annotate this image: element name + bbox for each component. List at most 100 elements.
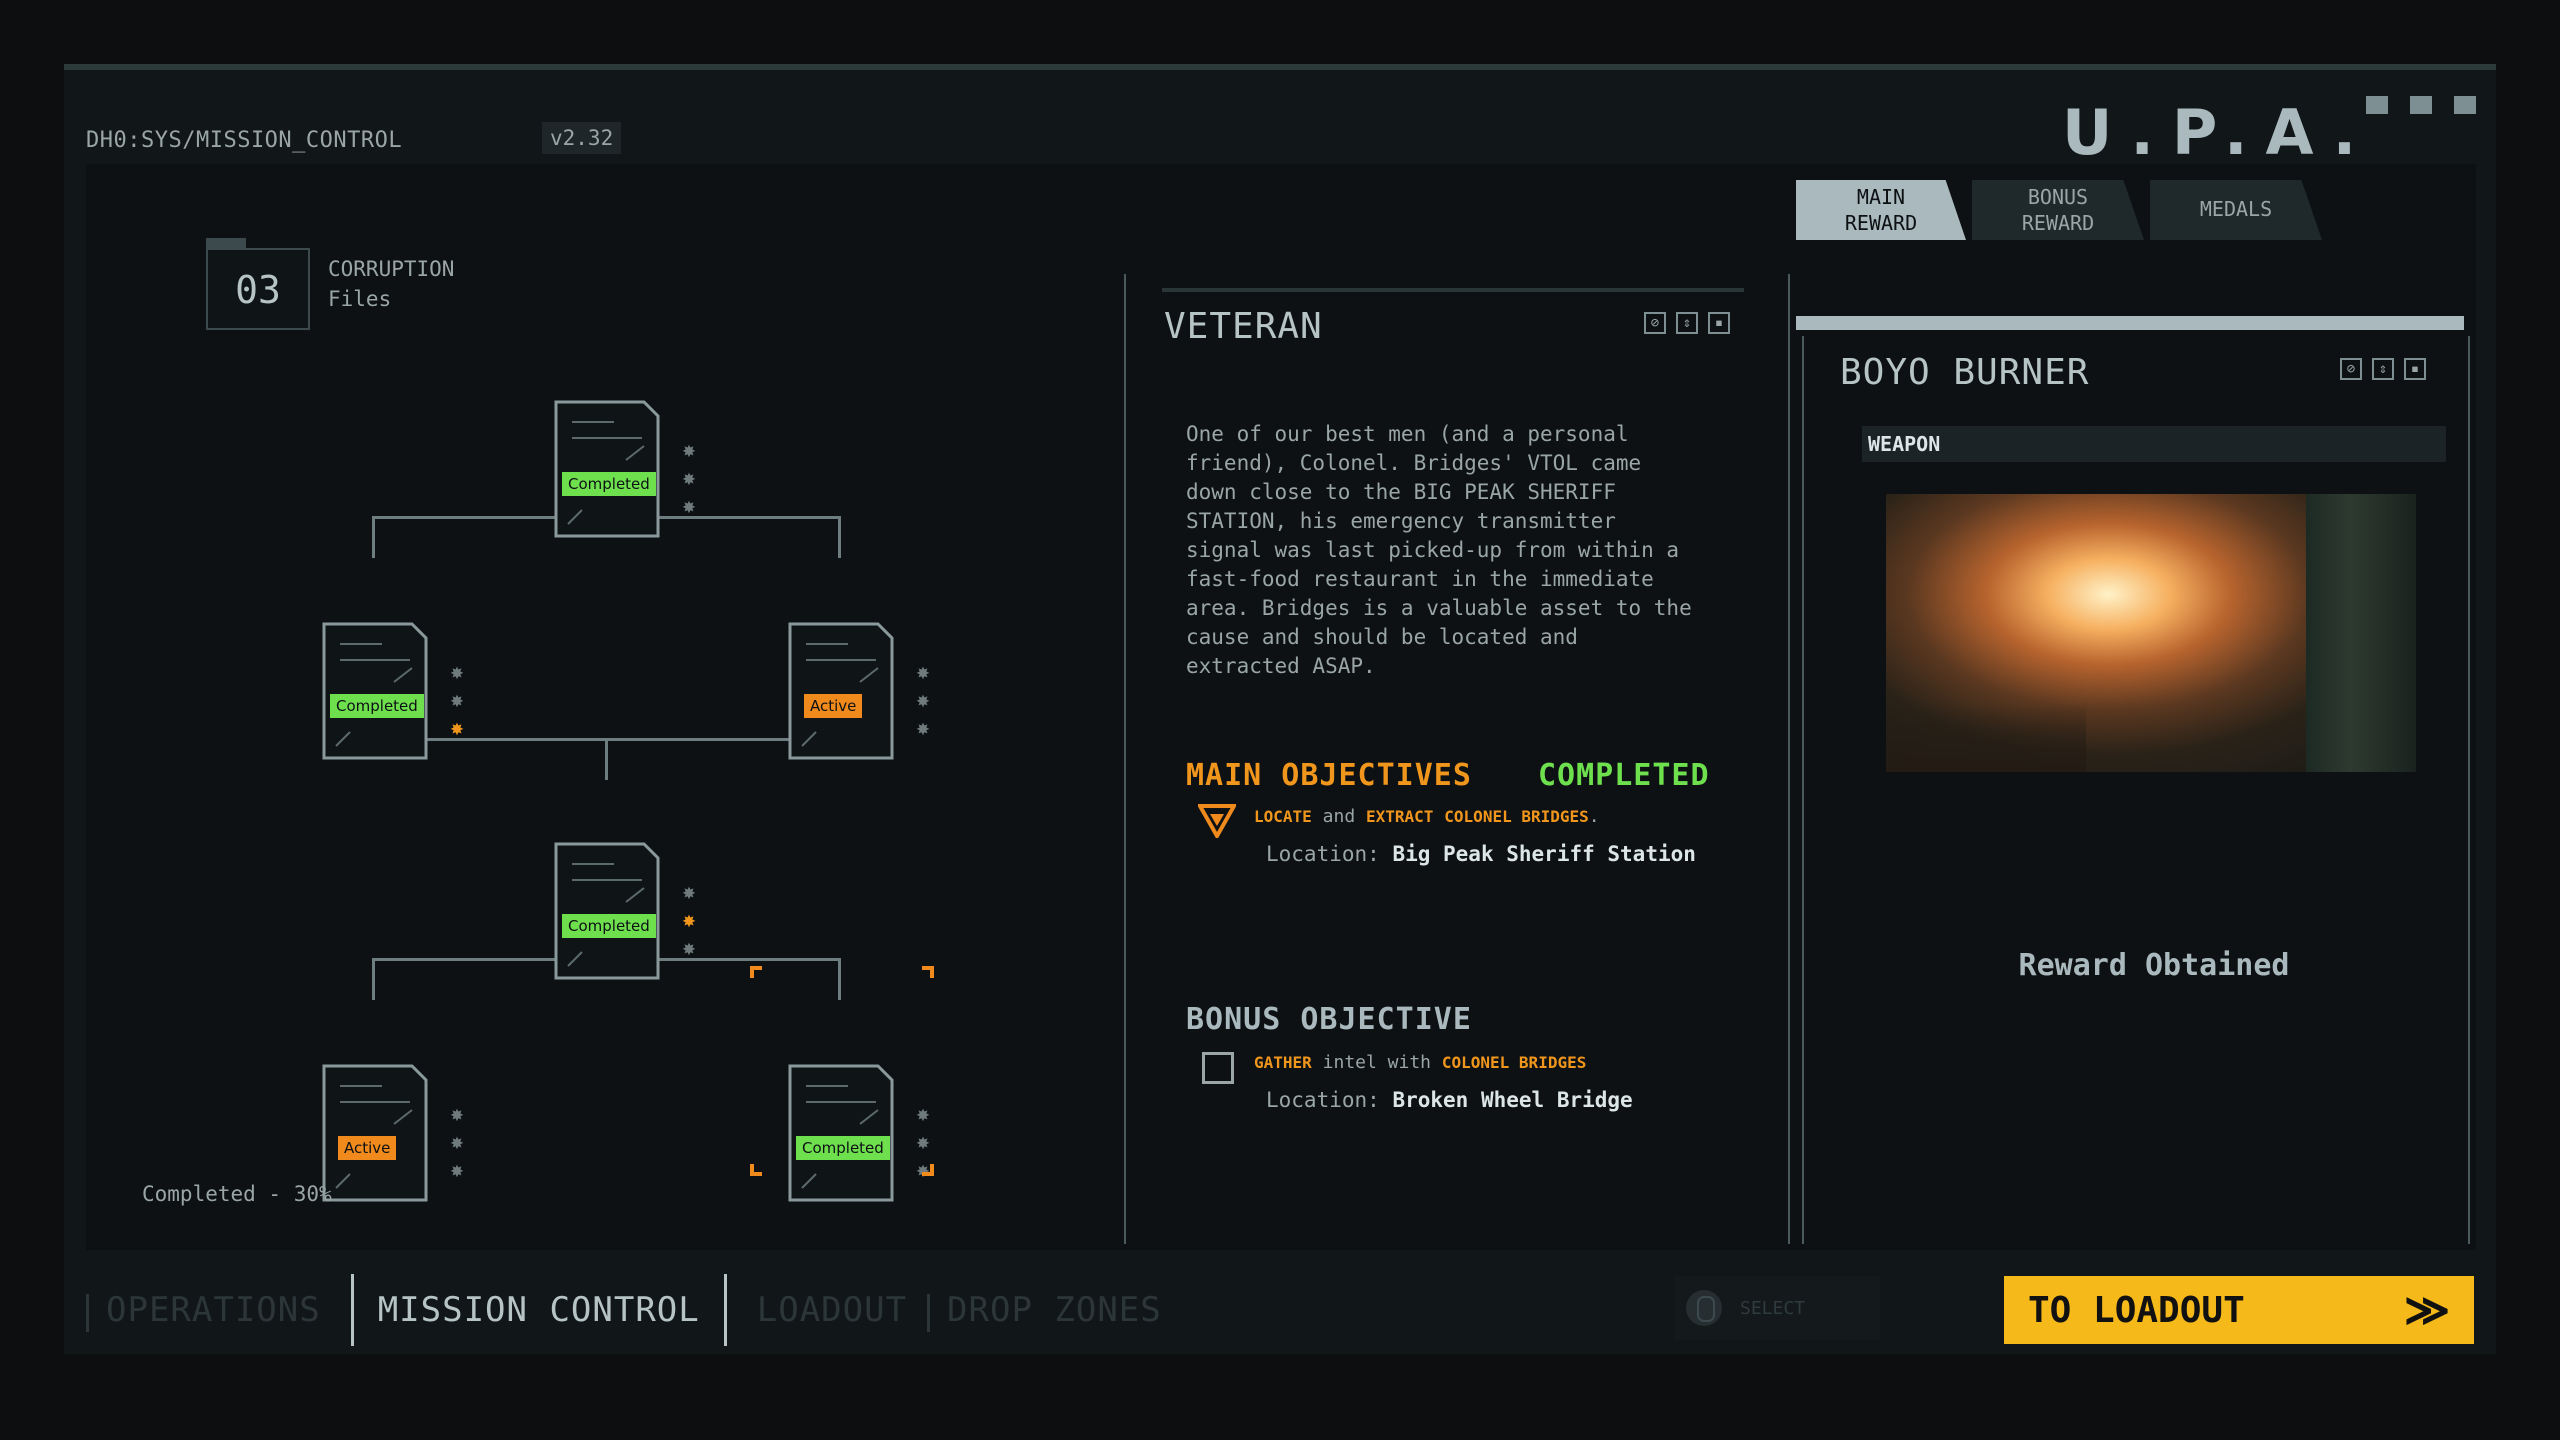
expand-icon[interactable]: ▪ [2404,358,2426,380]
mission-file-node[interactable]: Completed ✸ ✸ ✸ [554,400,696,538]
status-badge: Completed [330,694,424,718]
mission-file-node[interactable]: Completed ✸ ✸ ✸ [322,622,464,760]
main-objective-text: LOCATE and EXTRACT COLONEL BRIDGES. [1254,806,1600,827]
bonus-objective-location: Location: Broken Wheel Bridge [1266,1088,1633,1112]
tab-label: BONUS [2027,185,2089,209]
objective-verb: GATHER [1254,1053,1312,1072]
medal-icon: ✸ [450,1102,464,1127]
mission-control-window: DH0:SYS/MISSION_CONTROL v2.32 U.P.A. 03 … [64,64,2496,1354]
medal-stack: ✸ ✸ ✸ [678,440,700,518]
hide-icon[interactable]: ⊘ [1644,312,1666,334]
window-control-icon [2454,96,2476,114]
main-objectives-heading: MAIN OBJECTIVES [1186,758,1472,793]
objective-target: COLONEL BRIDGES [1444,807,1589,826]
medal-icon: ✸ [916,660,930,685]
location-value: Broken Wheel Bridge [1392,1088,1633,1112]
select-hint-label: SELECT [1740,1297,1806,1319]
medal-icon: ✸ [916,688,930,713]
tree-connector [838,958,841,1000]
medal-stack: ✸ ✸ ✸ [446,1104,468,1182]
mission-description: One of our best men (and a personal frie… [1186,422,1692,678]
medal-icon: ✸ [450,1130,464,1155]
medal-earned-icon: ✸ [450,716,464,741]
nav-mission-control[interactable]: MISSION CONTROL [350,1274,727,1346]
medal-stack: ✸ ✸ ✸ [678,882,700,960]
completion-progress: Completed - 30% [142,1182,332,1206]
tab-label: REWARD [2021,211,2095,235]
nav-loadout[interactable]: LOADOUT [737,1290,927,1330]
file-icon [322,622,428,760]
mission-title: VETERAN [1164,306,1323,347]
selection-corner [922,966,934,978]
medal-icon: ✸ [916,1130,930,1155]
bonus-objective-text: GATHER intel with COLONEL BRIDGES [1254,1052,1586,1073]
selection-corner [922,1164,934,1176]
file-icon [322,1064,428,1202]
tab-label: MAIN [1856,185,1906,209]
tab-label: REWARD [1844,211,1918,235]
tree-connector [605,738,608,780]
system-path: DH0:SYS/MISSION_CONTROL [86,128,403,153]
nav-drop-zones[interactable]: DROP ZONES [927,1290,1182,1332]
selection-corner [750,1164,762,1176]
main-objective-location: Location: Big Peak Sheriff Station [1266,842,1696,866]
status-badge: Completed [562,914,656,938]
mission-file-node[interactable]: Active ✸ ✸ ✸ [322,1064,464,1202]
tab-underline [1796,316,2464,330]
tab-main-reward[interactable]: MAIN REWARD [1796,180,1966,240]
tab-label: MEDALS [2199,197,2273,221]
expand-icon[interactable]: ▪ [1708,312,1730,334]
panel-rule [1162,288,1744,292]
nav-operations[interactable]: OPERATIONS [86,1290,341,1332]
tab-bonus-reward[interactable]: BONUS REWARD [1972,180,2144,240]
mouse-icon [1686,1290,1722,1326]
mission-tree: Completed ✸ ✸ ✸ Completed ✸ ✸ ✸ Active ✸… [86,164,1086,1250]
mission-file-node[interactable]: Active ✸ ✸ ✸ [788,622,930,760]
medal-icon: ✸ [450,688,464,713]
file-icon [554,842,660,980]
medal-icon: ✸ [450,1158,464,1183]
tree-connector [838,516,841,558]
file-icon [788,622,894,760]
status-badge: Completed [796,1136,890,1160]
to-loadout-button[interactable]: TO LOADOUT ≫ [2004,1276,2474,1344]
reward-tabs: MAIN REWARD BONUS REWARD MEDALS [1796,180,2328,240]
medal-earned-icon: ✸ [682,908,696,933]
medal-icon: ✸ [682,494,696,519]
tree-connector [372,958,375,1000]
bottom-nav: OPERATIONS MISSION CONTROL LOADOUT DROP … [86,1270,1182,1350]
objective-marker-icon [1198,804,1236,838]
objective-target: COLONEL BRIDGES [1441,1053,1587,1072]
file-icon [554,400,660,538]
panel-controls: ⊘ ⇕ ▪ [2340,358,2426,380]
to-loadout-label: TO LOADOUT [2028,1289,2245,1331]
reward-name: BOYO BURNER [1840,352,2090,393]
status-badge: Active [338,1136,397,1160]
sort-icon[interactable]: ⇕ [1676,312,1698,334]
content-area: 03 CORRUPTION Files Completed ✸ ✸ ✸ Comp… [86,164,2476,1250]
mission-file-node[interactable]: Completed ✸ ✸ ✸ [554,842,696,980]
tab-medals[interactable]: MEDALS [2150,180,2322,240]
mission-file-node-selected[interactable]: Completed ✸ ✸ ✸ [788,1064,930,1202]
file-icon [788,1064,894,1202]
sort-icon[interactable]: ⇕ [2372,358,2394,380]
reward-preview-image [1886,494,2416,772]
medal-icon: ✸ [682,936,696,961]
double-chevron-right-icon: ≫ [2403,1284,2450,1336]
hide-icon[interactable]: ⊘ [2340,358,2362,380]
medal-icon: ✸ [682,880,696,905]
medal-icon: ✸ [916,1102,930,1127]
medal-icon: ✸ [916,716,930,741]
upa-logo: U.P.A. [2062,96,2375,169]
version-badge: v2.32 [542,122,622,154]
reward-status: Reward Obtained [2018,948,2290,983]
panel-controls: ⊘ ⇕ ▪ [1644,312,1730,334]
medal-stack: ✸ ✸ ✸ [912,662,934,740]
objective-end: . [1588,806,1600,827]
top-bar: DH0:SYS/MISSION_CONTROL v2.32 U.P.A. [64,70,2496,169]
medal-stack: ✸ ✸ ✸ [446,662,468,740]
main-objectives-status: COMPLETED [1538,758,1710,793]
bonus-objective-heading: BONUS OBJECTIVE [1186,1002,1472,1037]
selection-corner [750,966,762,978]
objective-verb: EXTRACT [1366,807,1434,826]
